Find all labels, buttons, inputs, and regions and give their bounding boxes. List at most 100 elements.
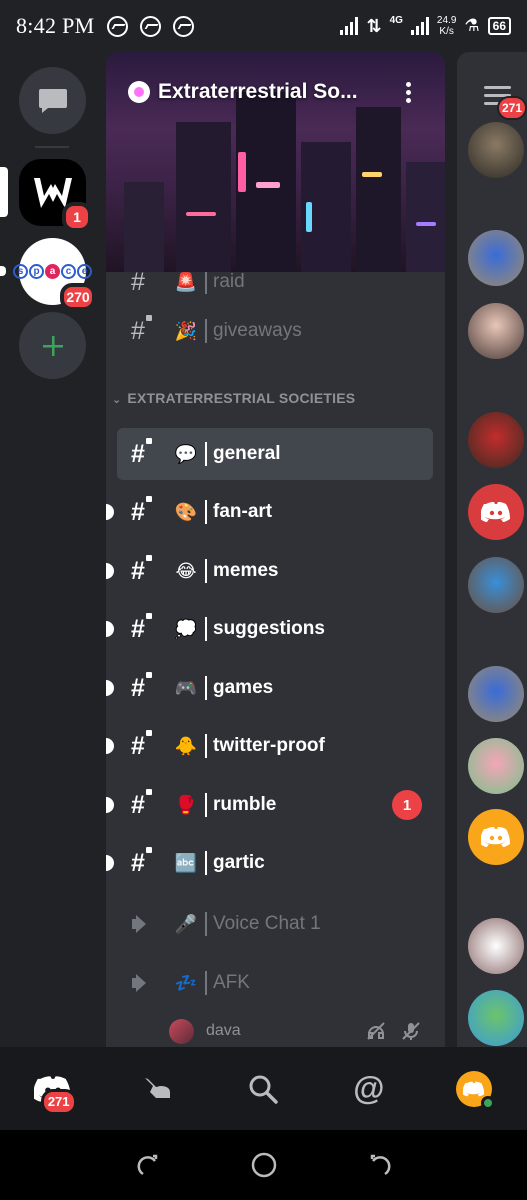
channel-name: games <box>213 677 274 698</box>
member-avatar-default[interactable] <box>468 484 524 540</box>
member-avatar[interactable] <box>468 230 524 286</box>
channel-rumble[interactable]: # 🥊 rumble 1 <box>106 779 433 831</box>
channel-giveaways[interactable]: # 🎉 giveaways <box>117 305 433 357</box>
unread-indicator <box>106 855 114 871</box>
speaker-icon <box>131 972 161 994</box>
channel-separator <box>205 851 207 875</box>
channel-name: rumble <box>213 794 277 815</box>
channel-emoji: 🐥 <box>174 735 198 756</box>
channel-name: AFK <box>213 972 250 993</box>
nav-home[interactable]: 271 <box>23 1059 83 1119</box>
member-avatar[interactable] <box>468 918 524 974</box>
voice-channel-voice-chat-1[interactable]: 🎤 Voice Chat 1 <box>117 898 433 950</box>
messenger-icon <box>106 15 128 37</box>
nav-mentions[interactable]: @ <box>339 1059 399 1119</box>
discord-logo-icon <box>481 827 510 847</box>
bottom-nav: 271 @ <box>0 1047 527 1130</box>
locked-hash-icon: # <box>131 729 161 761</box>
member-list: 271 <box>457 52 527 1047</box>
server-rail: 1 s p a c e 270 <box>0 52 105 1047</box>
unread-indicator <box>106 797 114 813</box>
channel-separator <box>205 912 207 936</box>
channel-general[interactable]: # 💬 general <box>117 428 433 480</box>
channel-emoji: 💬 <box>174 443 198 464</box>
member-avatar[interactable] <box>468 557 524 613</box>
muted-mic-icon <box>402 1022 420 1040</box>
locked-hash-icon: # <box>131 671 161 703</box>
channel-emoji: 💭 <box>174 618 198 639</box>
status-time: 8:42 PM <box>16 13 95 38</box>
channel-panel: # 🚨 raid # 🎉 giveaways ⌄ EXTRATERRESTRIAL… <box>106 52 445 1047</box>
recent-apps-icon[interactable] <box>135 1152 161 1178</box>
member-avatar[interactable] <box>468 122 524 178</box>
direct-messages-button[interactable] <box>19 67 86 134</box>
nav-friends[interactable] <box>128 1059 188 1119</box>
server-header[interactable]: Extraterrestrial So... <box>128 80 358 104</box>
at-sign-icon: @ <box>353 1070 385 1106</box>
locked-hash-icon: # <box>131 314 161 346</box>
channel-separator <box>205 442 207 466</box>
nav-profile[interactable] <box>444 1059 504 1119</box>
locked-hash-icon: # <box>131 437 161 469</box>
unread-indicator <box>106 680 114 696</box>
channel-separator <box>205 971 207 995</box>
back-icon[interactable] <box>367 1152 393 1178</box>
locked-hash-icon: # <box>131 495 161 527</box>
add-server-button[interactable] <box>19 312 86 379</box>
space-logo: s p a c e <box>13 264 92 279</box>
chat-bubble-icon <box>38 88 67 113</box>
channel-separator <box>205 500 207 524</box>
lab-icon: ⚗ <box>464 16 480 35</box>
signal-icon <box>410 17 429 35</box>
channel-emoji: 😂 <box>175 560 197 581</box>
category-header[interactable]: ⌄ EXTRATERRESTRIAL SOCIETIES <box>112 390 432 406</box>
channel-separator <box>205 676 207 700</box>
member-avatar[interactable] <box>468 738 524 794</box>
channel-suggestions[interactable]: # 💭 suggestions <box>106 603 433 655</box>
server-icon-w[interactable]: 1 <box>19 159 92 232</box>
online-status-icon <box>481 1095 496 1110</box>
speaker-icon <box>131 913 161 935</box>
status-icons: ⇅ 4G 24.9 K/s ⚗ 66 <box>340 15 511 37</box>
channel-fan-art[interactable]: # 🎨 fan-art <box>106 486 433 538</box>
messenger-icon <box>139 15 161 37</box>
more-options-icon[interactable] <box>406 82 411 103</box>
channel-twitter-proof[interactable]: # 🐥 twitter-proof <box>106 720 433 772</box>
speed-value: 24.9 <box>436 15 457 26</box>
channel-name: raid <box>213 271 245 292</box>
channel-memes[interactable]: # 😂 memes <box>106 545 433 597</box>
member-avatar[interactable] <box>468 990 524 1046</box>
channel-emoji: 🔤 <box>174 852 198 873</box>
channel-emoji: 💤 <box>174 972 198 993</box>
channel-separator <box>205 270 207 294</box>
channel-emoji: 🎮 <box>174 677 198 698</box>
deafened-icon <box>367 1022 385 1040</box>
mention-badge: 1 <box>392 790 422 820</box>
server-badge: 270 <box>60 283 96 311</box>
channel-games[interactable]: # 🎮 games <box>106 662 433 714</box>
channel-gartic[interactable]: # 🔤 gartic <box>106 837 433 889</box>
server-badge: 1 <box>62 202 92 232</box>
channel-name: suggestions <box>213 618 325 639</box>
home-badge: 271 <box>40 1088 77 1115</box>
channel-emoji: 🚨 <box>174 271 198 292</box>
speed-unit: K/s <box>439 26 454 37</box>
unread-indicator <box>106 563 114 579</box>
speed-readout: 24.9 K/s <box>437 15 456 37</box>
member-avatar[interactable] <box>468 666 524 722</box>
locked-hash-icon: # <box>131 612 161 644</box>
member-list-badge: 271 <box>497 96 527 120</box>
nav-search[interactable] <box>233 1059 293 1119</box>
plus-icon <box>42 335 63 356</box>
member-avatar-default[interactable] <box>468 809 524 865</box>
signal-icon <box>340 17 359 35</box>
member-avatar[interactable] <box>468 303 524 359</box>
boost-icon <box>128 81 150 103</box>
channel-emoji: 🥊 <box>174 794 198 815</box>
voice-user[interactable]: dava <box>169 1016 420 1046</box>
server-icon-space[interactable]: s p a c e 270 <box>13 238 96 311</box>
home-circle-icon[interactable] <box>250 1151 278 1179</box>
member-avatar[interactable] <box>468 412 524 468</box>
voice-channel-afk[interactable]: 💤 AFK <box>117 957 433 1009</box>
locked-hash-icon: # <box>131 788 161 820</box>
